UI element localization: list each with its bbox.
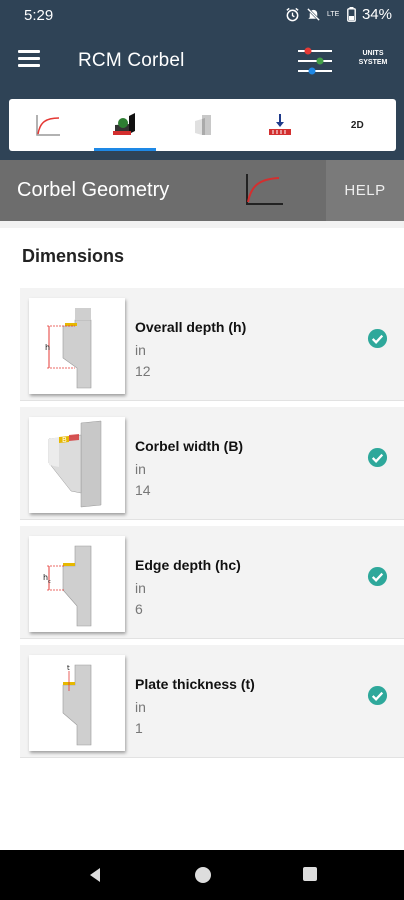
dimension-item-edge-depth[interactable]: h c Edge depth (hc) in 6 [20, 526, 404, 639]
dimension-item-corbel-width[interactable]: B Corbel width (B) in 14 [20, 407, 404, 520]
tab-band: 2D [0, 90, 404, 160]
system-nav-bar [0, 850, 404, 900]
app-title: RCM Corbel [78, 50, 185, 71]
corbel-load-icon [113, 113, 136, 135]
dimension-unit: in [135, 342, 146, 358]
dimension-item-overall-depth[interactable]: h Overall depth (h) in 12 [20, 288, 404, 401]
status-time: 5:29 [24, 7, 54, 24]
sliders-icon [298, 47, 332, 75]
units-system-button[interactable]: UNITS SYSTEM [354, 49, 392, 67]
home-icon[interactable] [194, 866, 212, 884]
system-label: SYSTEM [358, 59, 388, 66]
dimension-label: Overall depth (h) [135, 319, 247, 335]
app-bar: RCM Corbel UNITS SYSTEM [0, 32, 404, 90]
check-circle-icon [367, 685, 388, 706]
tab-loads[interactable] [86, 99, 163, 151]
settings-button[interactable] [296, 45, 334, 77]
status-bar: 5:29 LTE 34% [0, 0, 404, 32]
tab-2d[interactable]: 2D [319, 99, 396, 151]
corbel-section-t-icon: t [62, 664, 92, 746]
dimension-value: 6 [135, 601, 143, 617]
help-button[interactable]: HELP [326, 160, 404, 221]
dimensions-panel: Dimensions h Overall depth (h) in 12 B C… [0, 228, 404, 850]
alarm-icon [286, 7, 299, 22]
tab-geometry[interactable] [164, 99, 241, 151]
tab-curve[interactable] [9, 99, 86, 151]
dimension-item-plate-thickness[interactable]: t Plate thickness (t) in 1 [20, 645, 404, 758]
hamburger-line [18, 64, 40, 67]
edge-depth-diagram: h c [29, 536, 125, 632]
check-circle-icon [367, 447, 388, 468]
dimension-unit: in [135, 580, 146, 596]
tab-bearing[interactable] [241, 99, 318, 151]
overall-depth-diagram: h [29, 298, 125, 394]
menu-button[interactable] [18, 50, 42, 70]
check-circle-icon [367, 328, 388, 349]
recents-icon[interactable] [302, 866, 318, 882]
dimension-list: h Overall depth (h) in 12 B Corbel width… [20, 288, 404, 764]
network-label: LTE [326, 11, 340, 18]
check-circle-icon [367, 566, 388, 587]
back-icon[interactable] [86, 866, 104, 884]
svg-text:h: h [45, 343, 50, 352]
status-icons: LTE 34% [285, 6, 392, 23]
dimension-label: Edge depth (hc) [135, 557, 241, 573]
section-title: Corbel Geometry [17, 179, 170, 201]
corbel-width-diagram: B [29, 417, 125, 513]
battery-icon [347, 7, 356, 22]
corbel-3d-icon [194, 115, 211, 135]
dimension-label: Plate thickness (t) [135, 676, 255, 692]
notifications-off-icon [306, 8, 320, 21]
stress-strain-curve-icon [35, 115, 60, 136]
dimension-unit: in [135, 461, 146, 477]
svg-text:B: B [62, 436, 67, 444]
dimensions-heading: Dimensions [22, 246, 125, 266]
bearing-load-icon [268, 114, 291, 135]
tab-bar: 2D [9, 99, 396, 151]
battery-percent: 34% [361, 6, 392, 23]
corbel-3d-width-icon: B [48, 420, 102, 508]
corbel-section-hc-icon: h c [43, 545, 92, 627]
svg-text:t: t [67, 664, 70, 672]
plate-thickness-diagram: t [29, 655, 125, 751]
dimension-label: Corbel width (B) [135, 438, 244, 454]
section-header: Corbel Geometry HELP [0, 160, 404, 221]
svg-text:c: c [48, 579, 51, 585]
dimension-value: 1 [135, 720, 143, 736]
units-label: UNITS [362, 50, 384, 57]
dimension-unit: in [135, 699, 146, 715]
dimension-value: 14 [135, 482, 151, 498]
corbel-section-h-icon: h [45, 308, 92, 389]
dimension-value: 12 [135, 363, 151, 379]
hamburger-line [18, 57, 40, 60]
stress-strain-chart-icon[interactable] [243, 172, 285, 208]
hamburger-line [18, 50, 40, 53]
